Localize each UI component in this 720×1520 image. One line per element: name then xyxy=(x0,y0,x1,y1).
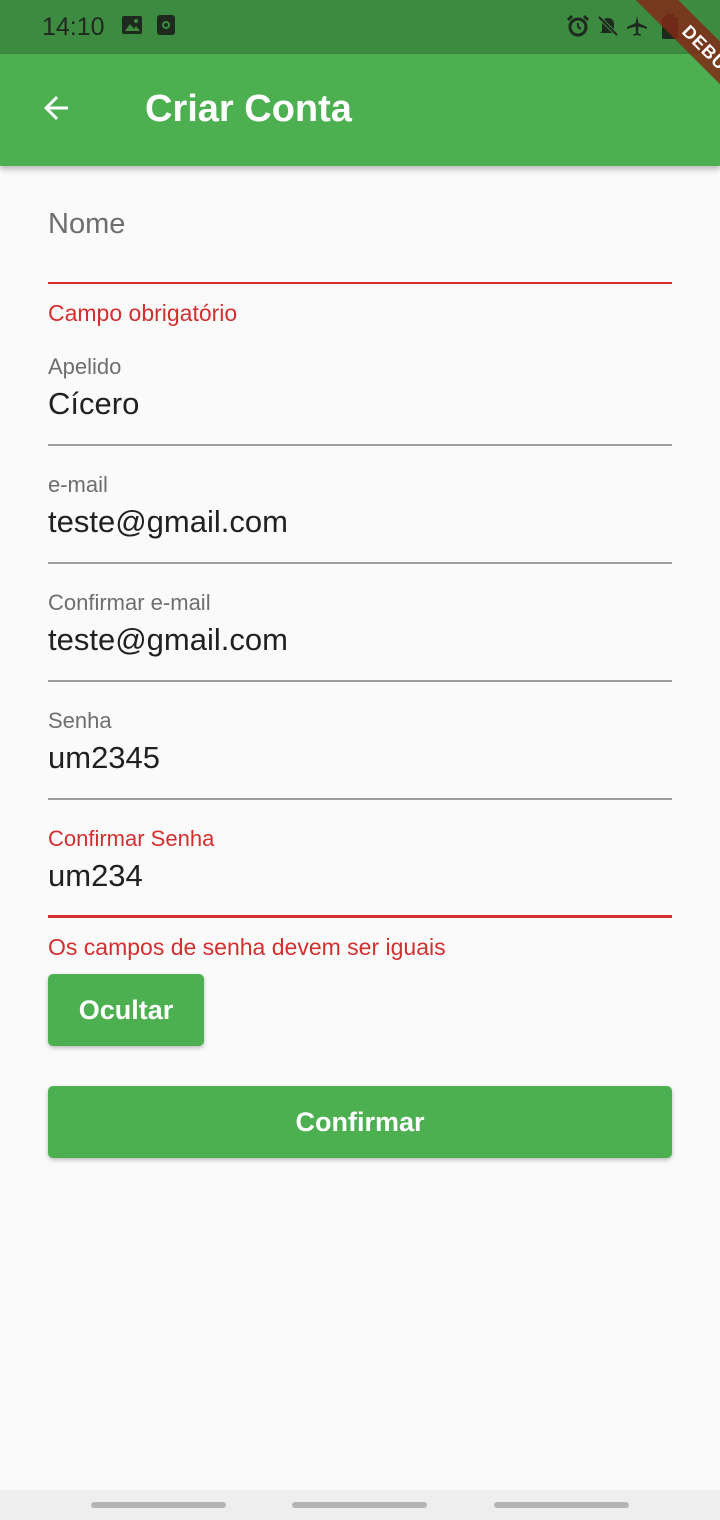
email-underline xyxy=(48,562,672,564)
mute-icon xyxy=(596,14,620,43)
nav-handle-left[interactable] xyxy=(91,1502,226,1508)
email-value: teste@gmail.com xyxy=(48,504,288,539)
status-bar: 14:10 xyxy=(0,0,720,54)
email-label: e-mail xyxy=(48,472,108,497)
status-time: 14:10 xyxy=(42,13,105,41)
nome-label: Nome xyxy=(48,208,126,240)
ocultar-button-label: Ocultar xyxy=(78,994,174,1025)
confirmar-senha-value: um234 xyxy=(48,858,143,893)
battery-icon xyxy=(660,14,680,45)
airplane-icon xyxy=(625,14,649,43)
senha-field[interactable]: Senha um2345 xyxy=(48,706,672,802)
confirmar-senha-label: Confirmar Senha xyxy=(48,826,215,851)
apelido-underline xyxy=(48,444,672,446)
nav-handle-right[interactable] xyxy=(494,1502,629,1508)
image-icon xyxy=(121,14,143,41)
confirmar-senha-underline xyxy=(48,915,672,918)
confirmar-email-underline xyxy=(48,680,672,682)
confirmar-button-label: Confirmar xyxy=(295,1106,425,1137)
app-bar: Criar Conta xyxy=(0,54,720,166)
nav-handle-center[interactable] xyxy=(292,1502,427,1508)
email-field[interactable]: e-mail teste@gmail.com xyxy=(48,470,672,566)
nome-error-text: Campo obrigatório xyxy=(48,300,238,326)
senha-value: um2345 xyxy=(48,740,161,775)
apelido-value: Cícero xyxy=(48,386,140,421)
arrow-back-icon xyxy=(38,90,74,131)
senha-label: Senha xyxy=(48,708,112,733)
senha-underline xyxy=(48,798,672,800)
nome-field[interactable]: Nome Campo obrigatório xyxy=(48,200,672,330)
alarm-icon xyxy=(566,14,590,43)
confirmar-email-label: Confirmar e-mail xyxy=(48,590,211,615)
confirmar-email-value: teste@gmail.com xyxy=(48,622,288,657)
back-button[interactable] xyxy=(24,78,88,142)
confirmar-email-field[interactable]: Confirmar e-mail teste@gmail.com xyxy=(48,588,672,684)
navigation-bar xyxy=(0,1490,720,1520)
confirmar-senha-error-text: Os campos de senha devem ser iguais xyxy=(48,934,446,960)
apelido-field[interactable]: Apelido Cícero xyxy=(48,352,672,448)
page-title: Criar Conta xyxy=(145,88,352,130)
confirmar-button[interactable]: Confirmar xyxy=(48,1086,672,1158)
apelido-label: Apelido xyxy=(48,354,122,379)
ocultar-button[interactable]: Ocultar xyxy=(48,974,204,1046)
screen-record-icon xyxy=(155,14,177,41)
nome-underline xyxy=(48,282,672,284)
confirmar-senha-field[interactable]: Confirmar Senha um234 Os campos de senha… xyxy=(48,824,672,964)
